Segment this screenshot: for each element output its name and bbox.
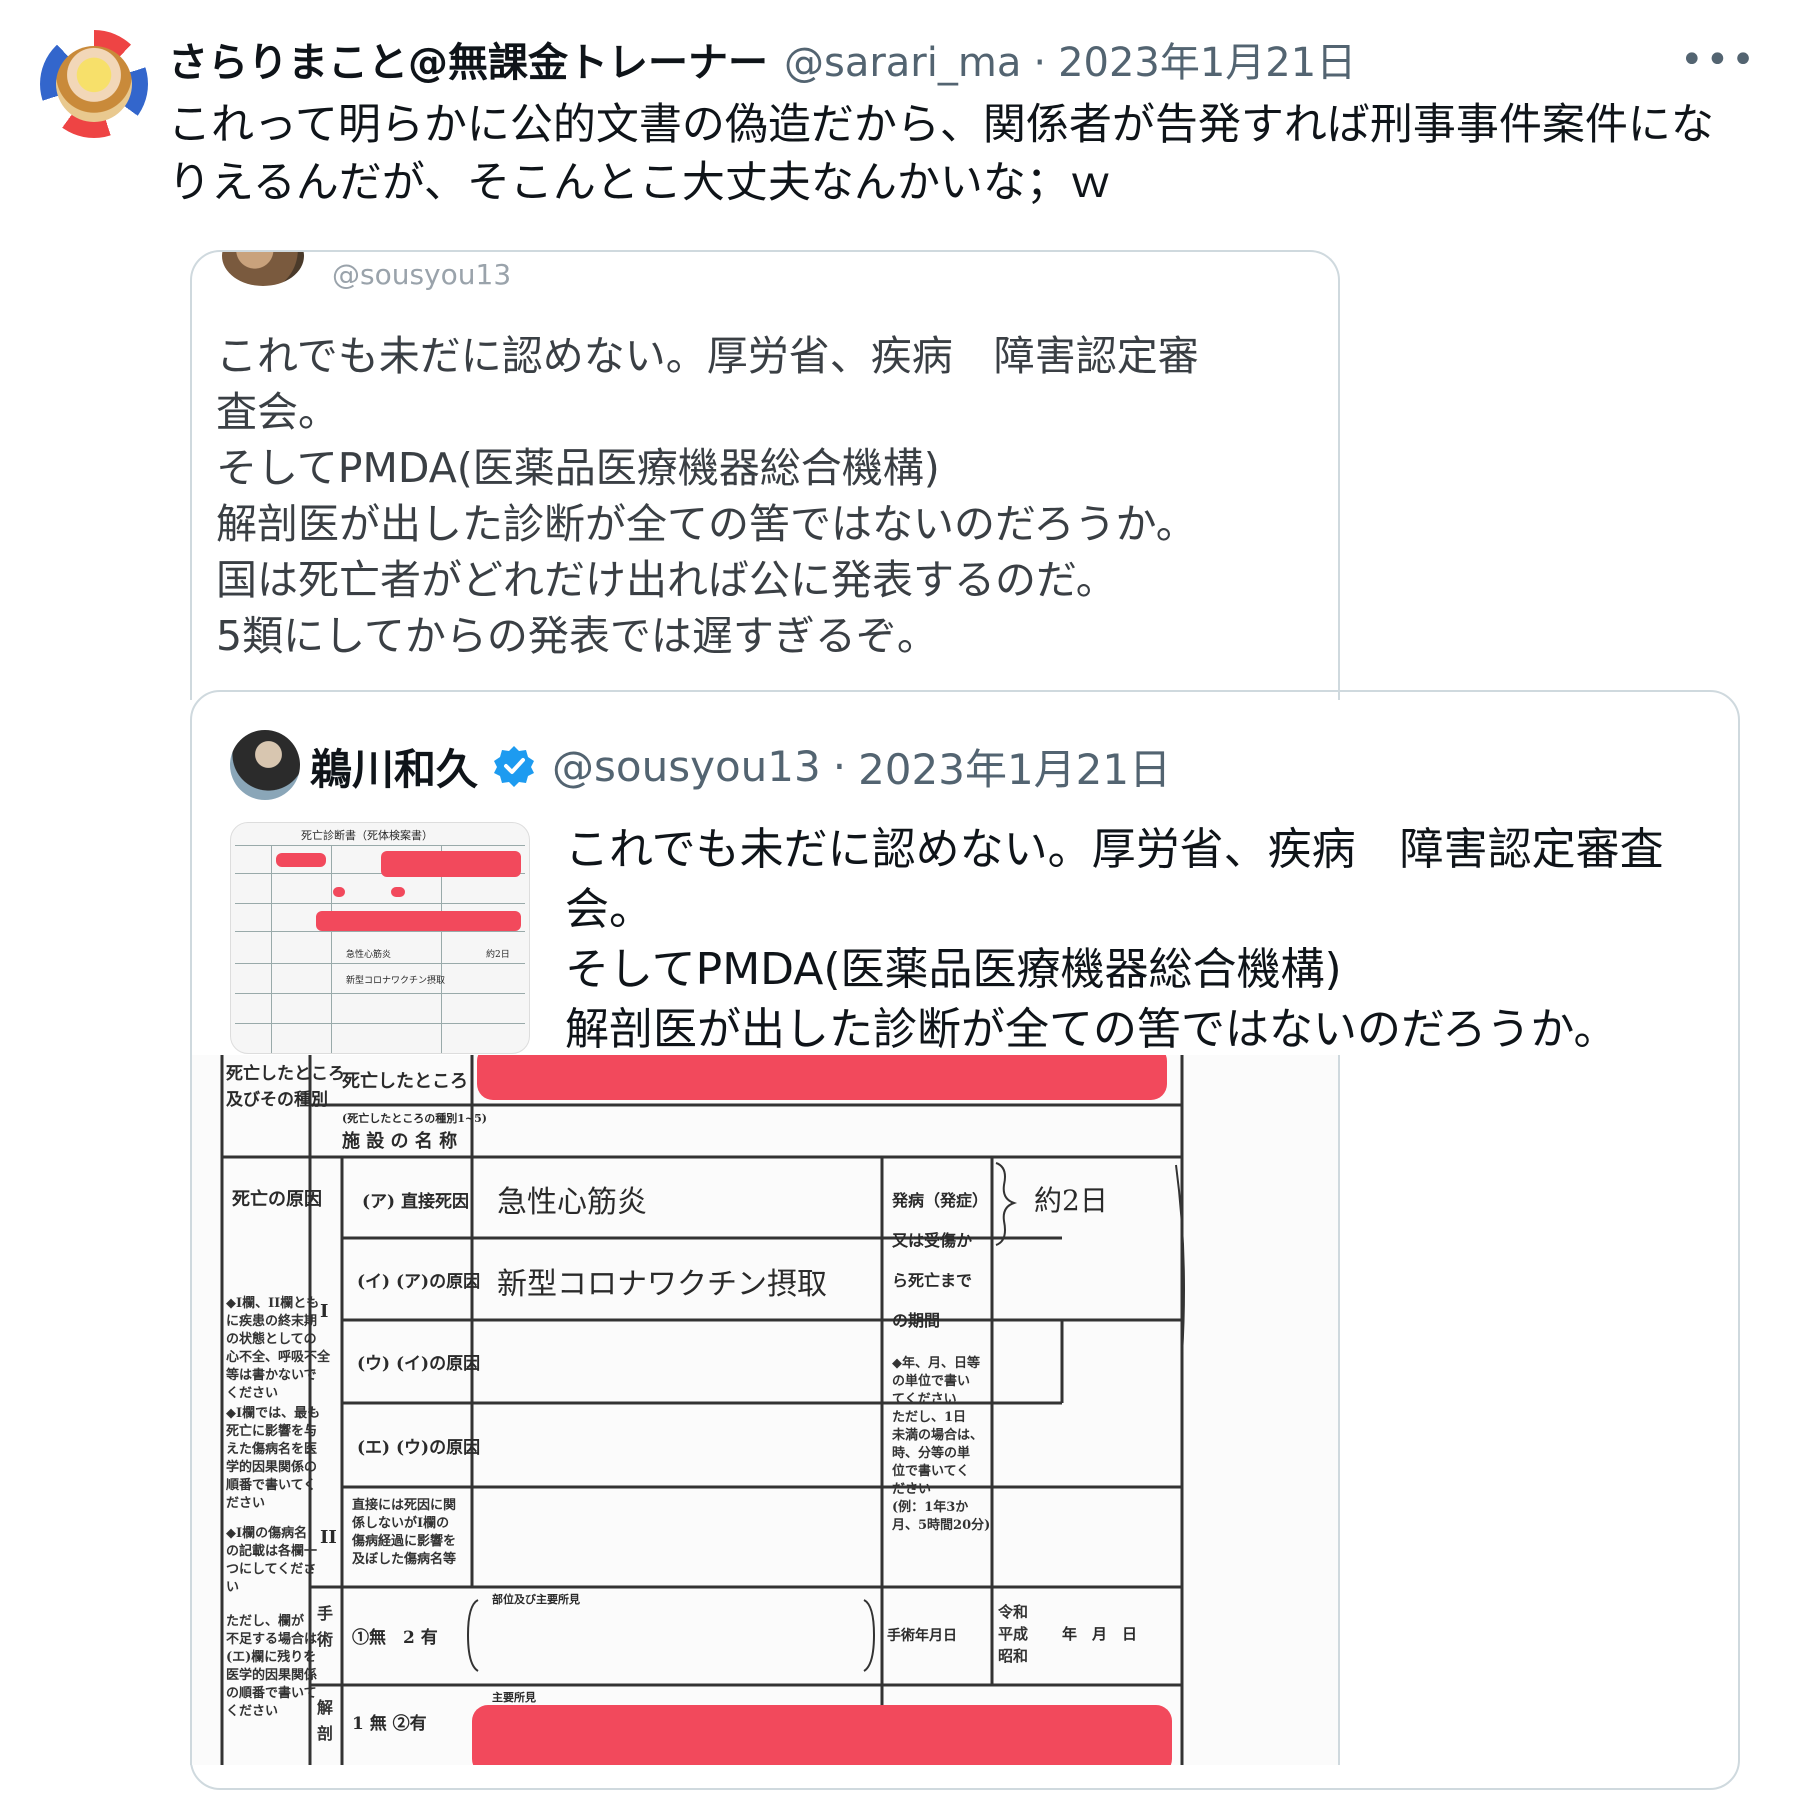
author-display-name[interactable]: さらりまこと@無課金トレーナー [168, 30, 768, 88]
label-autopsy: 解 剖 [317, 1698, 334, 1743]
label-onset-1: 発病（発症） [892, 1191, 989, 1210]
label-onset-4: の期間 [892, 1311, 941, 1330]
form-grid [220, 1055, 1185, 1765]
death-certificate-thumbnail[interactable]: 死亡診断書（死体検案書） 急性心筋炎 新型コロナワクチン摂取 約2日 [230, 822, 530, 1054]
quoted-screenshot-line: そしてPMDA(医薬品医療機器総合機構) [216, 444, 940, 492]
label-place-row: 死亡したところ [342, 1071, 468, 1092]
quoted-tweet-line: 解剖医が出した診断が全ての筈ではないのだろうか。 [565, 1004, 1618, 1055]
label-facility-name: 施 設 の 名 称 [342, 1131, 458, 1152]
thumb-onset-value: 約2日 [486, 950, 510, 960]
death-certificate-image[interactable]: 死亡したところ 及びその種別 死亡したところ (死亡したところの種別1~5) 施… [190, 1055, 1340, 1765]
quoted-tweet-line: 会。 [565, 884, 653, 935]
quoted-screenshot-line: 解剖医が出した診断が全ての筈ではないのだろうか。 [216, 500, 1197, 548]
thumb-cause-a: 急性心筋炎 [346, 950, 392, 960]
quoted-author-handle[interactable]: @sousyou13 [552, 742, 821, 791]
label-row-d: (エ) (ウ)の原因 [357, 1438, 481, 1458]
quoted-tweet-line: これでも未だに認めない。厚労省、疾病 障害認定審査 [565, 824, 1664, 875]
quoted-tweet-date[interactable]: 2023年1月21日 [858, 736, 1171, 797]
quoted-header-separator: · [832, 741, 847, 791]
tweet-header: さらりまこと@無課金トレーナー @sarari_ma · 2023年1月21日 [168, 30, 1356, 86]
surgery-date-ymd: 年 月 日 [1062, 1625, 1138, 1643]
tweet-date[interactable]: 2023年1月21日 [1058, 30, 1356, 88]
label-place-kind: 及びその種別 [226, 1090, 328, 1110]
quoted-author-display-name[interactable]: 鵜川和久 [310, 736, 478, 797]
autopsy-choice: 1 無 ②有 [352, 1714, 427, 1734]
quoted-author-avatar[interactable] [230, 730, 300, 800]
quoted-screenshot-avatar [222, 252, 304, 286]
quoted-screenshot-line: 査会。 [216, 388, 339, 436]
onset-duration-value: 約2日 [1034, 1184, 1108, 1217]
quoted-screenshot-line: これでも未だに認めない。厚労省、疾病 障害認定審 [216, 332, 1199, 380]
left-note-4: ただし、欄が 不足する場合は (エ)欄に残りを 医学的因果関係 の順番で書いて … [226, 1614, 318, 1719]
label-cause-of-death: 死亡の原因 [232, 1189, 322, 1210]
era-labels: 令和 平成 昭和 [998, 1603, 1029, 1665]
label-surgery-date: 手術年月日 [887, 1628, 957, 1644]
label-facility-kind: (死亡したところの種別1~5) [342, 1112, 487, 1125]
label-ii-description: 直接には死因に関 係しないがI欄の 傷病経過に影響を 及ぼした傷病名等 [352, 1498, 457, 1567]
quoted-screenshot-line: 国は死亡者がどれだけ出れば公に発表するのだ。 [216, 556, 1117, 604]
label-roman-ii: II [320, 1527, 337, 1548]
label-onset-3: ら死亡まで [892, 1271, 973, 1290]
thumb-cause-b: 新型コロナワクチン摂取 [346, 976, 446, 986]
thumb-title: 死亡診断書（死体検案書） [301, 829, 433, 842]
left-note-3: ◆I欄の傷病名 の記載は各欄一 つにしてくださ い [226, 1526, 318, 1595]
cause-b-value: 新型コロナワクチン摂取 [497, 1267, 827, 1302]
author-avatar[interactable] [40, 30, 148, 138]
more-options-icon[interactable]: ••• [1680, 40, 1764, 84]
label-surgery: 手 術 [317, 1604, 334, 1649]
onset-note: ◆年、月、日等 の単位で書い てください ただし、1日 未満の場合は、 時、分等… [892, 1356, 991, 1533]
label-surgery-finding: 部位及び主要所見 [492, 1593, 580, 1606]
quoted-screenshot-line: 5類にしてからの発表では遅すぎるぞ。 [216, 612, 938, 660]
tweet-text: これって明らかに公的文書の偽造だから、関係者が告発すれば刑事事件案件になりえるん… [168, 100, 1714, 208]
verified-badge-icon [492, 744, 536, 788]
header-separator: · [1033, 40, 1047, 86]
quoted-screenshot-handle: @sousyou13 [332, 258, 512, 291]
cause-a-value: 急性心筋炎 [497, 1185, 647, 1220]
quoted-tweet-header: 鵜川和久 @sousyou13 · 2023年1月21日 [310, 736, 1171, 796]
label-row-b: (イ) (ア)の原因 [357, 1272, 481, 1292]
quoted-screenshot-text: これでも未だに認めない。厚労省、疾病 障害認定審 査会。 そしてPMDA(医薬品… [216, 328, 1326, 664]
left-note-1: ◆I欄、II欄とも に疾患の終末期 の状態としての 心不全、呼吸不全 等は書かな… [226, 1296, 331, 1401]
quoted-tweet-text: これでも未だに認めない。厚労省、疾病 障害認定審査 会。 そしてPMDA(医薬品… [565, 820, 1715, 1060]
label-place-top: 死亡したところ [226, 1064, 345, 1084]
quoted-screenshot-card[interactable]: @sousyou13 これでも未だに認めない。厚労省、疾病 障害認定審 査会。 … [190, 250, 1340, 700]
quoted-tweet-line: そしてPMDA(医薬品医療機器総合機構) [565, 944, 1342, 995]
surgery-choice: ①無 2 有 [352, 1628, 438, 1648]
label-onset-2: 又は受傷か [892, 1231, 973, 1250]
author-handle[interactable]: @sarari_ma [784, 40, 1021, 86]
label-row-a: (ア) 直接死因 [362, 1192, 470, 1212]
left-note-2: ◆I欄では、最も 死亡に影響を与 えた傷病名を医 学的因果関係の 順番で書いてく… [226, 1406, 321, 1511]
label-row-c: (ウ) (イ)の原因 [357, 1354, 481, 1374]
label-autopsy-finding: 主要所見 [492, 1691, 536, 1704]
